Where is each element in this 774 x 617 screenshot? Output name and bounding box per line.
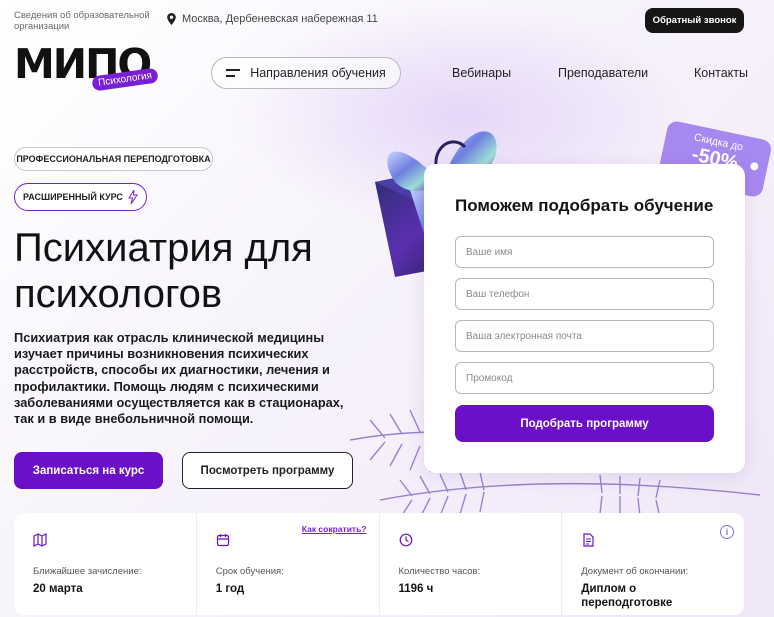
course-info-bar: Ближайшее зачисление: 20 марта Как сокра… — [14, 513, 744, 615]
name-input[interactable] — [455, 236, 714, 268]
nav-link-contacts[interactable]: Контакты — [694, 66, 748, 80]
document-icon — [583, 533, 594, 547]
info-card-document: i Документ об окончании: Диплом о перепо… — [562, 513, 744, 615]
info-card-duration: Как сократить? Срок обучения: 1 год — [197, 513, 380, 615]
map-icon — [33, 533, 47, 547]
info-value: Диплом о переподготовке — [581, 583, 673, 609]
enroll-button[interactable]: Записаться на курс — [14, 452, 163, 489]
submit-button[interactable]: Подобрать программу — [455, 405, 714, 442]
retraining-tag: ПРОФЕССИОНАЛЬНАЯ ПЕРЕПОДГОТОВКА — [14, 147, 213, 171]
view-program-button[interactable]: Посмотреть программу — [182, 452, 353, 489]
promo-input[interactable] — [455, 362, 714, 394]
clock-icon — [399, 533, 412, 547]
callback-button[interactable]: Обратный звонок — [645, 8, 744, 33]
directions-menu-button[interactable]: Направления обучения — [211, 57, 401, 89]
extended-course-tag: РАСШИРЕННЫЙ КУРС — [14, 183, 147, 211]
info-label: Документ об окончании: — [581, 566, 689, 577]
info-label: Количество часов: — [398, 566, 481, 577]
directions-label: Направления обучения — [250, 66, 386, 80]
address-text: Москва, Дербеневская набережная 11 — [182, 13, 378, 25]
edu-info-link[interactable]: Сведения об образовательной организации — [14, 10, 154, 32]
how-to-shorten-link[interactable]: Как сократить? — [302, 524, 367, 534]
info-value: 1 год — [215, 583, 245, 595]
nav-link-teachers[interactable]: Преподаватели — [558, 66, 648, 80]
info-card-enrollment: Ближайшее зачисление: 20 марта — [14, 513, 197, 615]
logo[interactable]: МИПО Психология — [14, 44, 164, 94]
info-label: Срок обучения: — [215, 566, 284, 577]
info-label: Ближайшее зачисление: — [33, 566, 142, 577]
info-value: 20 марта — [33, 583, 83, 595]
info-card-hours: Количество часов: 1196 ч — [380, 513, 563, 615]
hero-description: Психиатрия как отрасль клинической медиц… — [14, 330, 344, 427]
nav-link-webinars[interactable]: Вебинары — [452, 66, 511, 80]
location-pin-icon — [167, 13, 176, 25]
email-input[interactable] — [455, 320, 714, 352]
lightning-icon — [128, 190, 138, 204]
form-title: Поможем подобрать обучение — [455, 196, 714, 215]
info-icon[interactable]: i — [720, 525, 734, 539]
page-title: Психиатрия для психологов — [14, 226, 313, 316]
calendar-icon — [216, 534, 229, 547]
info-value: 1196 ч — [398, 583, 434, 595]
phone-input[interactable] — [455, 278, 714, 310]
selection-form: Поможем подобрать обучение Подобрать про… — [424, 164, 745, 473]
address: Москва, Дербеневская набережная 11 — [167, 13, 378, 25]
menu-icon — [226, 69, 241, 77]
extended-course-label: РАСШИРЕННЫЙ КУРС — [23, 192, 123, 202]
